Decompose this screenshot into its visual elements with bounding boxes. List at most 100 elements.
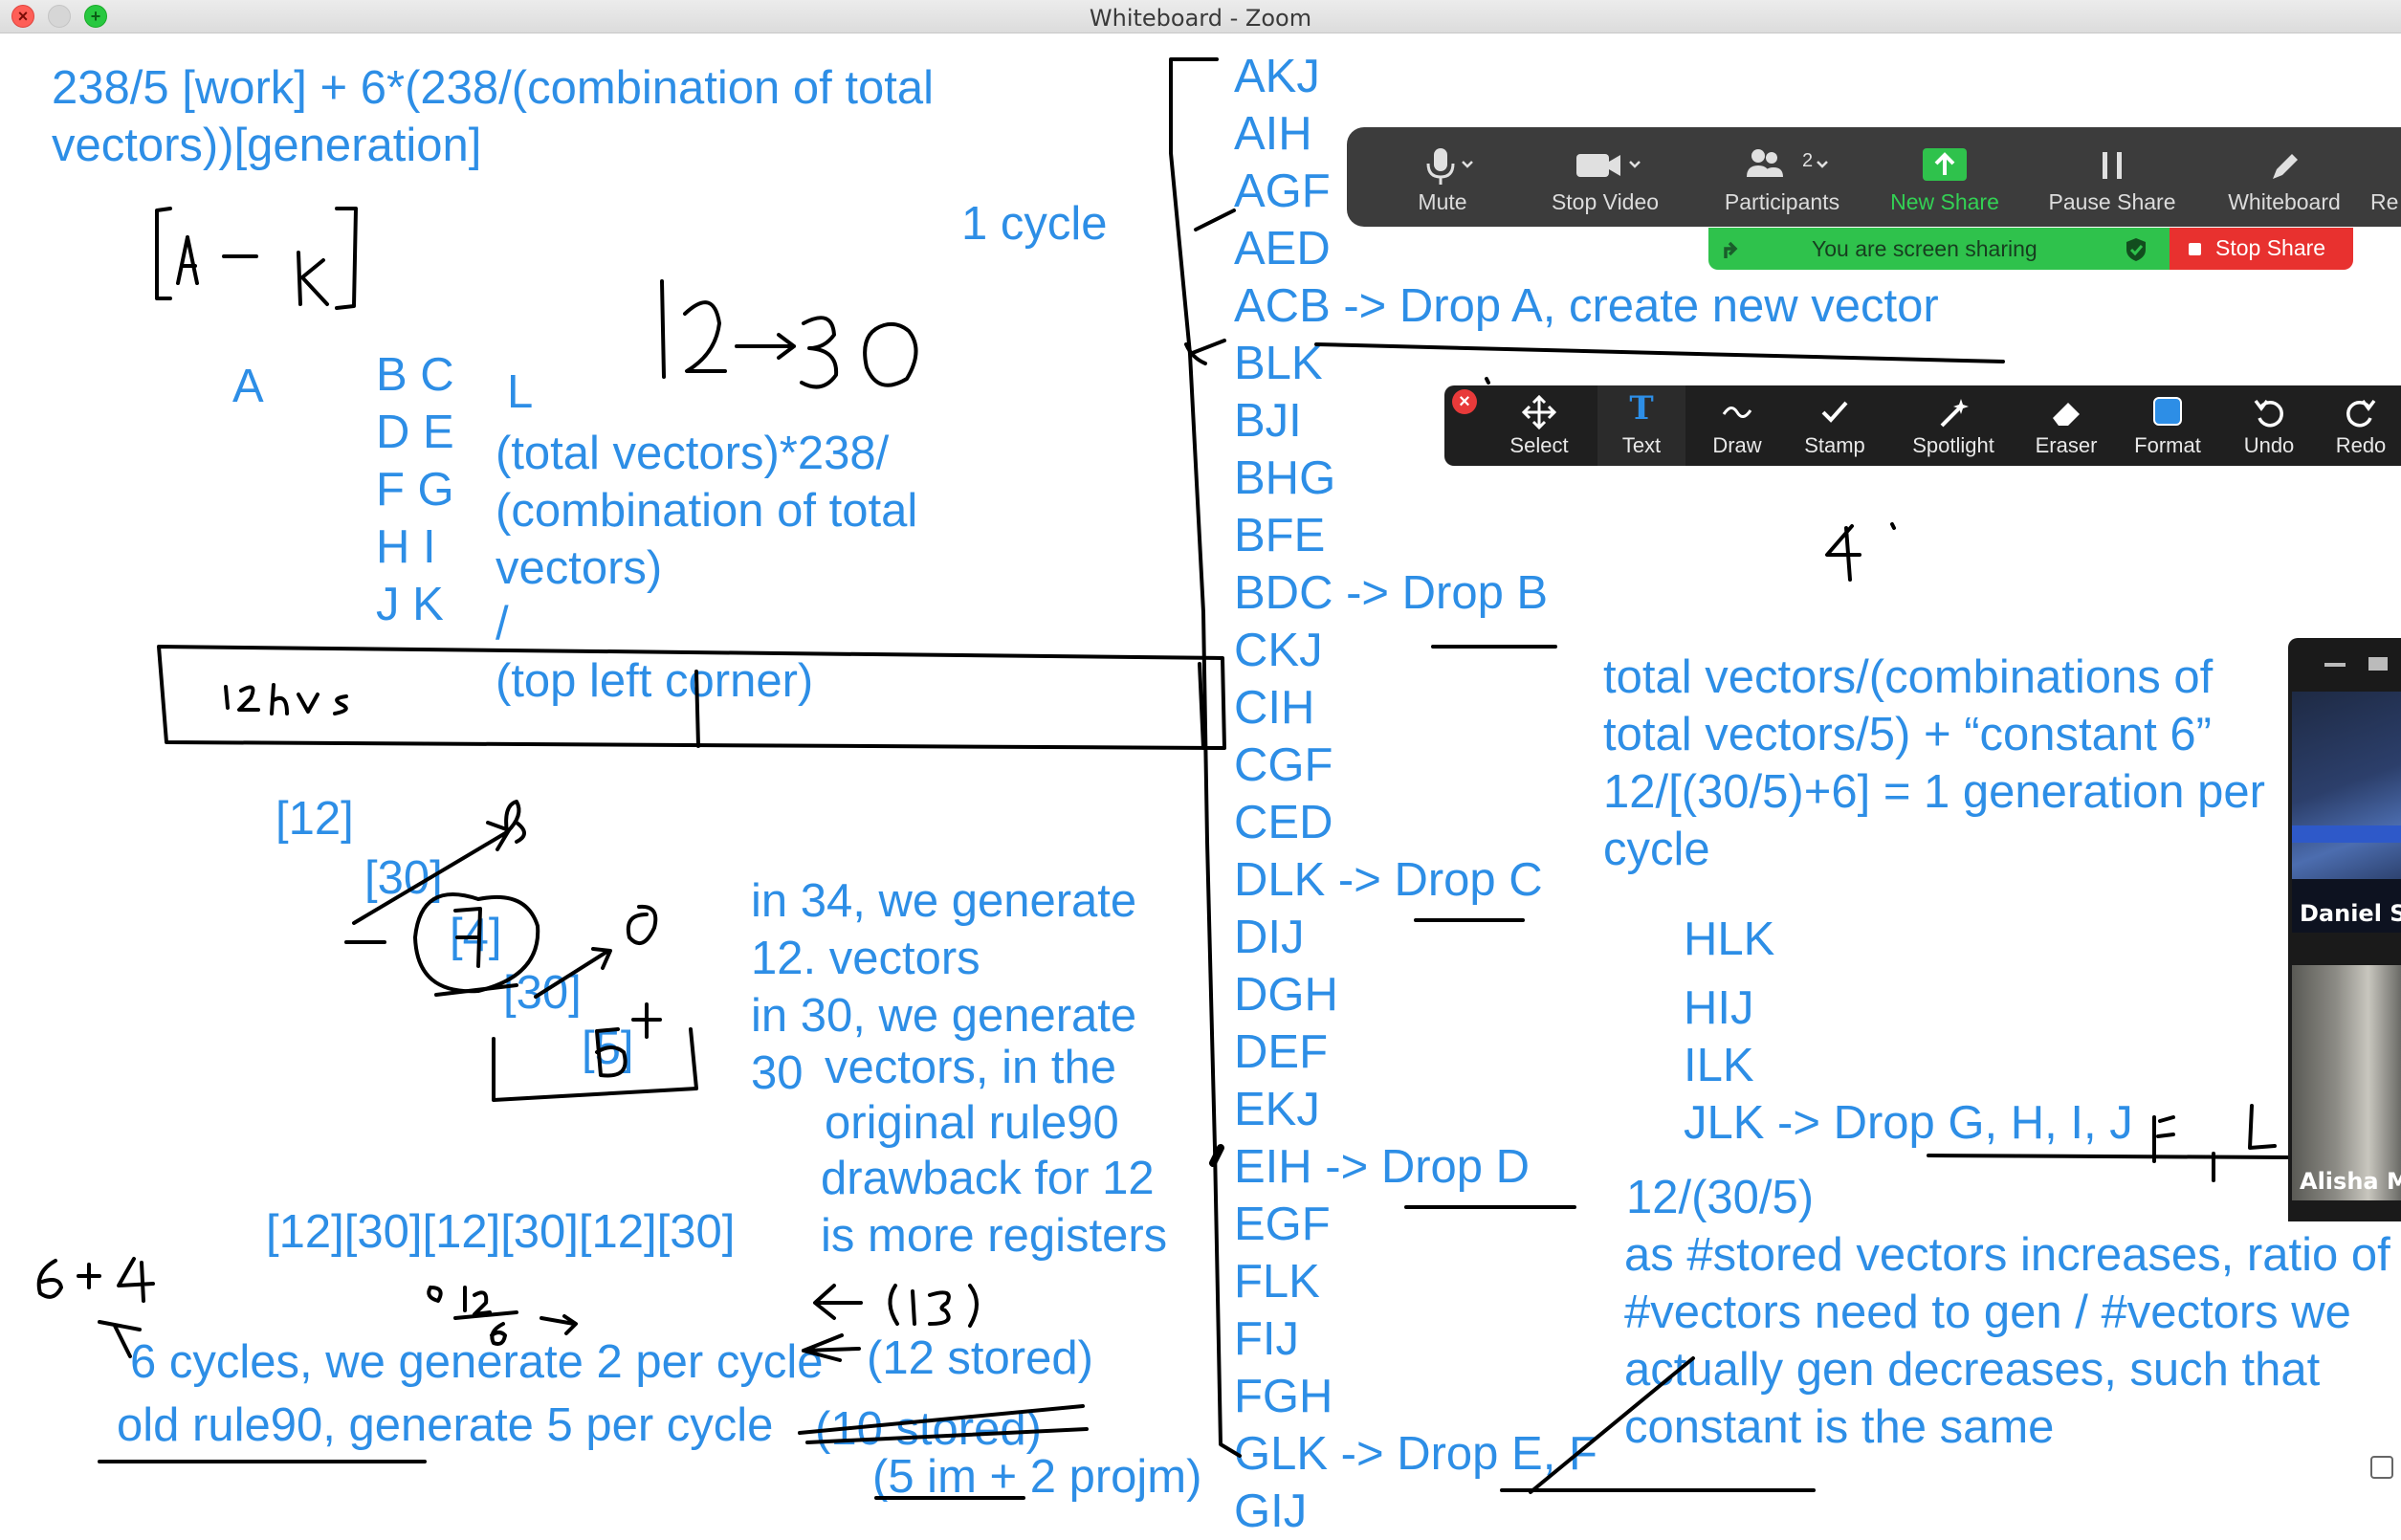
vector-list-item: EKJ — [1234, 1084, 1320, 1135]
draw-tool-button[interactable]: Draw — [1691, 385, 1783, 466]
stored-12-note: (12 stored) — [867, 1332, 1093, 1384]
vector-list-item: BDC -> Drop B — [1234, 567, 1549, 619]
right-note-line-3: 12/[(30/5)+6] = 1 generation per — [1603, 766, 2265, 818]
video-tile-1-sign — [2292, 825, 2401, 843]
generation-note-4: 30 — [751, 1047, 804, 1099]
bracket-4: [4] — [450, 910, 502, 961]
screen-sharing-banner: You are screen sharing Stop Share — [1708, 228, 2353, 270]
vector-list-item: EIH -> Drop D — [1234, 1141, 1531, 1193]
participant-name-2: Alisha Me — [2300, 1168, 2401, 1195]
draw-label: Draw — [1712, 433, 1762, 457]
annotation-toolbar: × Select T Text Draw Stamp Spotlight Era… — [1444, 385, 2401, 466]
generation-note-1: in 34, we generate — [751, 875, 1137, 927]
meeting-controls-toolbar: Mute Stop Video 2 Participants New Share… — [1347, 127, 2401, 227]
stop-share-button[interactable]: Stop Share — [2170, 228, 2353, 270]
spotlight-tool-button[interactable]: Spotlight — [1894, 385, 2013, 466]
bracket-5: [5] — [582, 1023, 634, 1074]
text-tool-button[interactable]: T Text — [1597, 385, 1685, 466]
letter-pair-1: B C — [376, 349, 454, 401]
redo-icon — [2346, 399, 2376, 428]
maximize-panel-icon[interactable] — [2368, 657, 2388, 671]
vector-list-item: FGH — [1234, 1371, 1333, 1422]
cycles-note: 6 cycles, we generate 2 per cycle — [130, 1336, 824, 1388]
microphone-icon — [1426, 148, 1473, 185]
select-tool-button[interactable]: Select — [1487, 385, 1592, 466]
formula-line-2: vectors))[generation] — [52, 120, 482, 171]
old-rule-note: old rule90, generate 5 per cycle — [117, 1399, 774, 1451]
total-vectors-line-1: (total vectors)*238/ — [496, 428, 890, 479]
share-up-arrow-icon — [1923, 148, 1967, 181]
video-tile-2[interactable]: Alisha Me — [2292, 965, 2401, 1200]
generation-note-6: original rule90 — [825, 1097, 1119, 1149]
shield-check-icon — [2126, 238, 2146, 261]
select-label: Select — [1509, 433, 1569, 457]
eraser-icon — [2053, 403, 2080, 426]
hlk-item: JLK -> Drop G, H, I, J — [1684, 1097, 2133, 1149]
video-tile-1[interactable]: Daniel Su — [2292, 692, 2401, 933]
generation-note-3: in 30, we generate — [751, 990, 1137, 1042]
vector-list-item: BHG — [1234, 452, 1336, 504]
hlk-item: ILK — [1684, 1040, 1754, 1091]
undo-button[interactable]: Undo — [2221, 385, 2317, 466]
ratio-note-line-3: #vectors need to gen / #vectors we — [1624, 1287, 2351, 1338]
letter-pair-2: D E — [376, 407, 454, 458]
window-title-bar: × + Whiteboard - Zoom — [0, 0, 2401, 33]
vector-list-item: FIJ — [1234, 1313, 1300, 1365]
text-t-icon: T — [1629, 389, 1654, 428]
vector-list-item: BFE — [1234, 510, 1326, 561]
vector-list-item: BLK — [1234, 338, 1323, 389]
stop-video-label: Stop Video — [1551, 189, 1660, 214]
generation-note-5: vectors, in the — [825, 1042, 1117, 1093]
video-camera-icon — [1576, 154, 1641, 177]
vector-list-item: ACB -> Drop A, create new vector — [1234, 280, 1939, 332]
vector-list-item: EGF — [1234, 1199, 1331, 1250]
checkmark-icon — [1821, 401, 1848, 423]
eraser-tool-button[interactable]: Eraser — [2018, 385, 2114, 466]
vector-list-item: BJI — [1234, 395, 1302, 447]
stop-square-icon — [2189, 243, 2201, 255]
ratio-note-line-5: constant is the same — [1624, 1401, 2055, 1453]
participant-name-1: Daniel Su — [2300, 900, 2401, 927]
bracket-12: [12] — [275, 793, 354, 845]
letter-pair-5: J K — [376, 579, 444, 630]
stamp-label: Stamp — [1804, 433, 1865, 457]
stop-video-button[interactable]: Stop Video — [1529, 137, 1682, 223]
window-title: Whiteboard - Zoom — [1089, 5, 1312, 32]
vector-list-item: FLK — [1234, 1256, 1320, 1308]
chevron-down-icon — [1629, 161, 1641, 168]
stamp-tool-button[interactable]: Stamp — [1789, 385, 1881, 466]
format-tool-button[interactable]: Format — [2120, 385, 2215, 466]
generation-note-8: is more registers — [821, 1210, 1168, 1262]
total-vectors-line-2: (combination of total — [496, 485, 918, 537]
close-annotation-icon[interactable]: × — [1452, 389, 1477, 414]
sharing-status-text: You are screen sharing — [1812, 236, 2038, 261]
spotlight-label: Spotlight — [1912, 433, 1994, 457]
more-button[interactable]: Re — [2370, 137, 2401, 223]
vector-list-item: DEF — [1234, 1026, 1328, 1078]
participants-button[interactable]: 2 Participants — [1710, 137, 1854, 223]
vector-list-item: DLK -> Drop C — [1234, 854, 1543, 906]
vector-list-item: AGF — [1234, 165, 1331, 217]
minimize-panel-icon[interactable] — [2324, 663, 2346, 667]
sharing-status: You are screen sharing — [1708, 228, 2170, 270]
vector-list-item: CKJ — [1234, 625, 1323, 676]
resize-handle-icon[interactable] — [2370, 1456, 2393, 1479]
mute-label: Mute — [1418, 189, 1467, 214]
video-gallery-panel: Daniel Su Alisha Me — [2288, 638, 2401, 1221]
cycle-label: 1 cycle — [961, 198, 1108, 250]
undo-icon — [2254, 399, 2283, 428]
right-note-line-1: total vectors/(combinations of — [1603, 651, 2214, 703]
new-share-button[interactable]: New Share — [1883, 137, 2007, 223]
pause-share-button[interactable]: Pause Share — [2036, 137, 2189, 223]
total-vectors-line-5: (top left corner) — [496, 655, 814, 707]
participants-label: Participants — [1724, 189, 1840, 214]
text-label: Text — [1621, 433, 1662, 457]
formula-line-1: 238/5 [work] + 6*(238/(combination of to… — [52, 62, 935, 114]
vector-list-item: AIH — [1234, 108, 1312, 160]
vector-list-item: DIJ — [1234, 912, 1305, 963]
generation-note-7: drawback for 12 — [821, 1153, 1155, 1204]
right-note-line-2: total vectors/5) + “constant 6” — [1603, 709, 2212, 760]
mute-button[interactable]: Mute — [1376, 137, 1509, 223]
whiteboard-button[interactable]: Whiteboard — [2208, 137, 2361, 223]
redo-button[interactable]: Redo — [2323, 385, 2399, 466]
